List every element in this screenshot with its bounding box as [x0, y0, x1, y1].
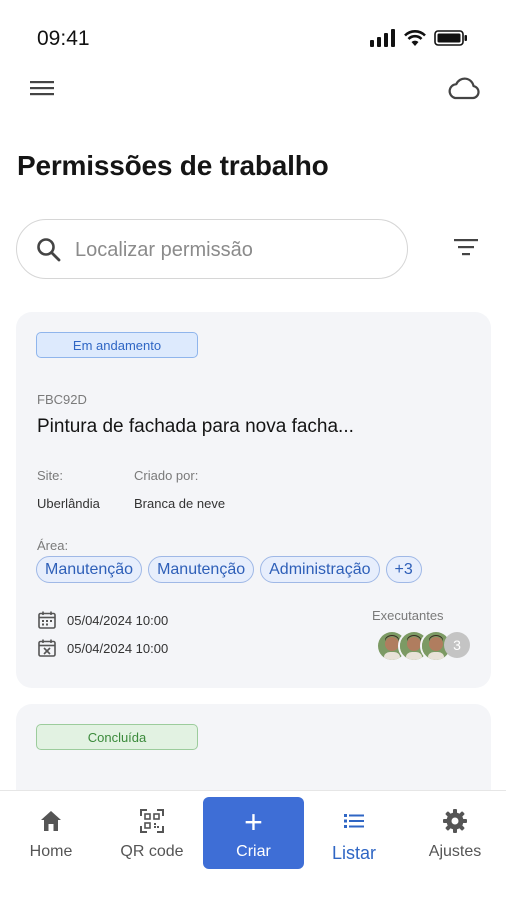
- qr-code-icon: [140, 809, 164, 833]
- nav-label: QR code: [120, 843, 184, 860]
- nav-label: Home: [29, 843, 73, 860]
- filter-button[interactable]: [450, 232, 482, 262]
- site-label: Site:: [37, 468, 64, 483]
- executors-label: Executantes: [372, 608, 444, 623]
- search-box: [16, 219, 408, 279]
- status-icons: [370, 29, 468, 47]
- permit-code: FBC92D: [37, 392, 87, 407]
- signal-icon: [370, 29, 395, 47]
- nav-settings[interactable]: Ajustes: [405, 791, 505, 881]
- area-chips: Manutenção Manutenção Administração +3: [36, 556, 422, 583]
- home-icon: [41, 811, 61, 831]
- nav-label: Listar: [331, 843, 376, 863]
- menu-button[interactable]: [28, 76, 58, 102]
- site-value: Uberlândia: [37, 496, 100, 511]
- calendar-icon: [38, 611, 56, 629]
- created-by-label: Criado por:: [134, 468, 199, 483]
- area-chip[interactable]: Administração: [260, 556, 380, 583]
- nav-create-button[interactable]: + Criar: [203, 797, 304, 869]
- end-date-row: 05/04/2024 10:00: [37, 638, 168, 658]
- area-label: Área:: [37, 538, 69, 553]
- status-badge: Concluída: [36, 724, 198, 750]
- area-chip[interactable]: Manutenção: [36, 556, 143, 583]
- wifi-icon: [404, 30, 426, 46]
- more-executors-badge: 3: [444, 632, 470, 658]
- nav-label: Ajustes: [428, 843, 482, 860]
- gear-icon: [443, 809, 467, 833]
- nav-list[interactable]: Listar: [304, 791, 404, 881]
- page-title: Permissões de trabalho: [17, 150, 329, 181]
- permit-title: Pintura de fachada para nova facha...: [37, 416, 354, 437]
- nav-home[interactable]: Home: [1, 791, 101, 881]
- executors-avatars[interactable]: 3: [376, 630, 476, 664]
- status-time: 09:41: [37, 27, 90, 50]
- sync-button[interactable]: [446, 74, 482, 104]
- end-date: 05/04/2024 10:00: [67, 640, 169, 656]
- filter-icon: [454, 239, 478, 256]
- start-date-row: 05/04/2024 10:00: [37, 610, 168, 630]
- battery-icon: [434, 30, 467, 46]
- calendar-close-icon: [38, 639, 56, 657]
- list-icon: [344, 814, 364, 828]
- nav-qr-code[interactable]: QR code: [102, 791, 202, 881]
- area-more-chip[interactable]: +3: [385, 556, 422, 583]
- created-by-value: Branca de neve: [134, 496, 226, 511]
- plus-icon: +: [244, 804, 263, 840]
- hamburger-menu-icon: [30, 81, 54, 96]
- top-app-bar: [0, 70, 506, 110]
- cloud-icon: [448, 77, 480, 100]
- search-input[interactable]: [75, 230, 395, 270]
- nav-label: Criar: [236, 843, 271, 860]
- bottom-navigation: Home QR code + Criar Listar Ajustes: [0, 790, 506, 900]
- status-bar: 09:41: [0, 0, 506, 70]
- start-date: 05/04/2024 10:00: [67, 612, 169, 628]
- permit-card[interactable]: Em andamento FBC92D Pintura de fachada p…: [16, 312, 491, 688]
- search-icon: [37, 238, 61, 262]
- status-badge: Em andamento: [36, 332, 198, 358]
- area-chip[interactable]: Manutenção: [148, 556, 255, 583]
